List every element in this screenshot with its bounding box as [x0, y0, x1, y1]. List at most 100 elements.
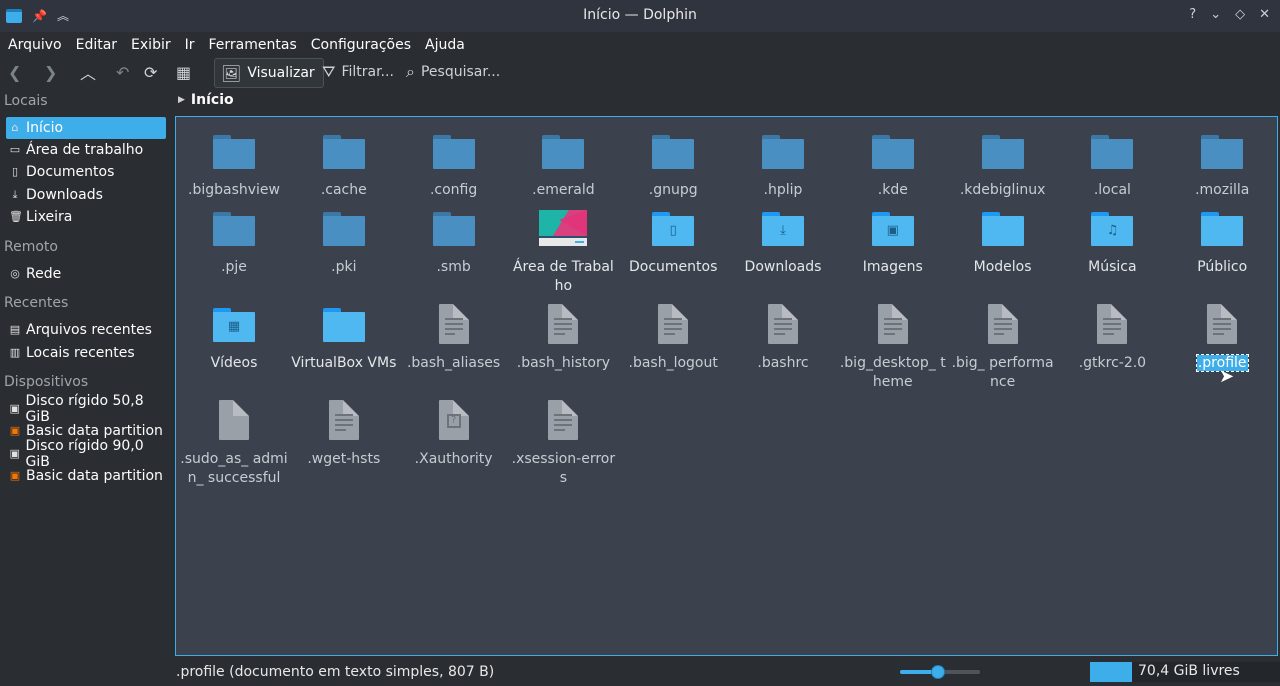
sidebar-item-lixeira[interactable]: 🗑 Lixeira [6, 206, 166, 228]
file-item[interactable]: .kdebiglinux [949, 129, 1057, 200]
file-item[interactable]: ? .Xauthority [400, 398, 508, 469]
text-file-icon [1198, 302, 1246, 350]
folder-icon [539, 129, 587, 177]
partition-icon: ▣ [9, 424, 21, 437]
sidebar-item-downloads[interactable]: ⤓ Downloads [6, 184, 166, 206]
menu-editar[interactable]: Editar [68, 34, 123, 56]
menu-ferramentas[interactable]: Ferramentas [201, 34, 303, 56]
file-item[interactable]: .gtkrc-2.0 [1058, 302, 1166, 373]
file-item[interactable]: .bash_logout [619, 302, 727, 373]
devices-section-title: Dispositivos [4, 374, 89, 390]
file-name-label: .hplip [763, 182, 803, 198]
file-item[interactable]: .big_desktop_ theme [839, 302, 947, 392]
file-item[interactable]: .local [1058, 129, 1166, 200]
text-file-icon [759, 302, 807, 350]
undo-button[interactable]: ↶ [116, 58, 135, 86]
zoom-slider-handle[interactable] [931, 665, 946, 679]
image-preview-icon: 🖼 [221, 63, 242, 83]
text-file-icon [210, 398, 258, 446]
sidebar-item-arquivos-recentes[interactable]: ▤ Arquivos recentes [6, 319, 166, 341]
sidebar-item-disco-50[interactable]: ▣ Disco rígido 50,8 GiB [6, 393, 166, 425]
menu-arquivo[interactable]: Arquivo [0, 34, 68, 56]
file-item[interactable]: .config [400, 129, 508, 200]
file-item[interactable]: .mozilla [1168, 129, 1276, 200]
image-thumbnail-icon [539, 206, 588, 254]
file-name-label: .bigbashview [188, 182, 280, 198]
file-view[interactable]: .bigbashview .cache .config .emerald .gnupg.… [175, 116, 1278, 656]
sidebar-item-locais-recentes[interactable]: ▥ Locais recentes [6, 342, 166, 364]
file-name-label: .bash_aliases [406, 355, 501, 371]
menu-configuracoes[interactable]: Configurações [303, 34, 417, 56]
free-space-indicator: 70,4 GiB livres [1090, 662, 1280, 682]
maximize-button[interactable]: ◇ [1235, 7, 1245, 22]
sidebar-item-rede[interactable]: ◎ Rede [6, 263, 166, 285]
file-item[interactable]: .profile [1168, 302, 1276, 373]
text-file-icon [320, 398, 368, 446]
breadcrumb-arrow-icon[interactable]: ▶ [178, 95, 185, 105]
file-item[interactable]: ⤓ Downloads [729, 206, 837, 277]
file-name-label: .config [429, 182, 478, 198]
file-name-label: .local [1093, 182, 1131, 198]
file-item[interactable]: ▣ Imagens [839, 206, 947, 277]
file-item[interactable]: .sudo_as_ admin_ successful [180, 398, 288, 488]
file-name-label: Downloads [744, 259, 822, 275]
forward-button[interactable]: ❯ [44, 58, 63, 86]
file-item[interactable]: .pki [290, 206, 398, 277]
text-file-icon [649, 302, 697, 350]
desktop-icon: ▭ [9, 143, 21, 156]
file-item[interactable]: .kde [839, 129, 947, 200]
up-button[interactable]: ︿ [80, 58, 102, 86]
filter-button[interactable]: ⛛ Filtrar... [322, 58, 394, 86]
file-item[interactable]: .big_ performance [949, 302, 1057, 392]
file-item[interactable]: .gnupg [619, 129, 727, 200]
sidebar-item-documentos[interactable]: ▯ Documentos [6, 161, 166, 183]
breadcrumb-inicio[interactable]: Início [191, 92, 234, 108]
file-item[interactable]: .bashrc [729, 302, 837, 373]
file-item[interactable]: Modelos [949, 206, 1057, 277]
home-icon: ⌂ [11, 121, 19, 134]
places-panel: Locais ⌂ Início ▭ Área de trabalho ▯ Docume… [0, 90, 172, 660]
file-item[interactable]: .cache [290, 129, 398, 200]
zoom-slider[interactable] [900, 665, 980, 679]
sidebar-item-basic-data-partition-2[interactable]: ▣ Basic data partition [6, 465, 166, 487]
file-item[interactable]: .bash_history [509, 302, 617, 373]
file-name-label: .big_desktop_ theme [839, 355, 946, 390]
menu-exibir[interactable]: Exibir [123, 34, 177, 56]
minimize-button[interactable]: ⌄ [1210, 7, 1221, 22]
file-item[interactable]: .xsession-errors [509, 398, 617, 488]
file-item[interactable]: Área de Trabalho [509, 206, 617, 296]
close-button[interactable]: ✕ [1259, 7, 1270, 22]
menu-ajuda[interactable]: Ajuda [417, 34, 471, 56]
file-item[interactable]: .bash_aliases [400, 302, 508, 373]
folder-icon [1198, 129, 1246, 177]
file-item[interactable]: Público [1168, 206, 1276, 277]
forward-arrow-icon: ❯ [44, 62, 58, 82]
sidebar-item-inicio[interactable]: ⌂ Início [6, 117, 166, 139]
file-name-label: .bashrc [757, 355, 809, 371]
sidebar-item-area-de-trabalho[interactable]: ▭ Área de trabalho [6, 139, 166, 161]
help-button[interactable]: ? [1189, 7, 1196, 22]
preview-toggle-button[interactable]: 🖼 Visualizar [214, 58, 324, 88]
file-item[interactable]: .emerald [509, 129, 617, 200]
hard-disk-icon: ▣ [9, 402, 20, 415]
folder-icon: ♫ [1088, 206, 1136, 254]
file-item[interactable]: ▦ Vídeos [180, 302, 288, 373]
folder-icon [1088, 129, 1136, 177]
menu-ir[interactable]: Ir [177, 34, 201, 56]
file-item[interactable]: .hplip [729, 129, 837, 200]
view-mode-button[interactable]: ▦ [176, 58, 197, 86]
back-button[interactable]: ❮ [8, 58, 27, 86]
partition-icon: ▣ [9, 469, 21, 482]
file-item[interactable]: VirtualBox VMs [290, 302, 398, 373]
file-item[interactable]: ♫ Música [1058, 206, 1166, 277]
folder-icon: ⤓ [759, 206, 807, 254]
search-button[interactable]: ⌕ Pesquisar... [406, 58, 500, 86]
sidebar-item-disco-90[interactable]: ▣ Disco rígido 90,0 GiB [6, 438, 166, 470]
file-name-label: Público [1197, 259, 1248, 275]
reload-button[interactable]: ⟳ [144, 58, 163, 86]
file-item[interactable]: ▯ Documentos [619, 206, 727, 277]
file-item[interactable]: .pje [180, 206, 288, 277]
file-item[interactable]: .smb [400, 206, 508, 277]
file-item[interactable]: .bigbashview [180, 129, 288, 200]
file-item[interactable]: .wget-hsts [290, 398, 398, 469]
